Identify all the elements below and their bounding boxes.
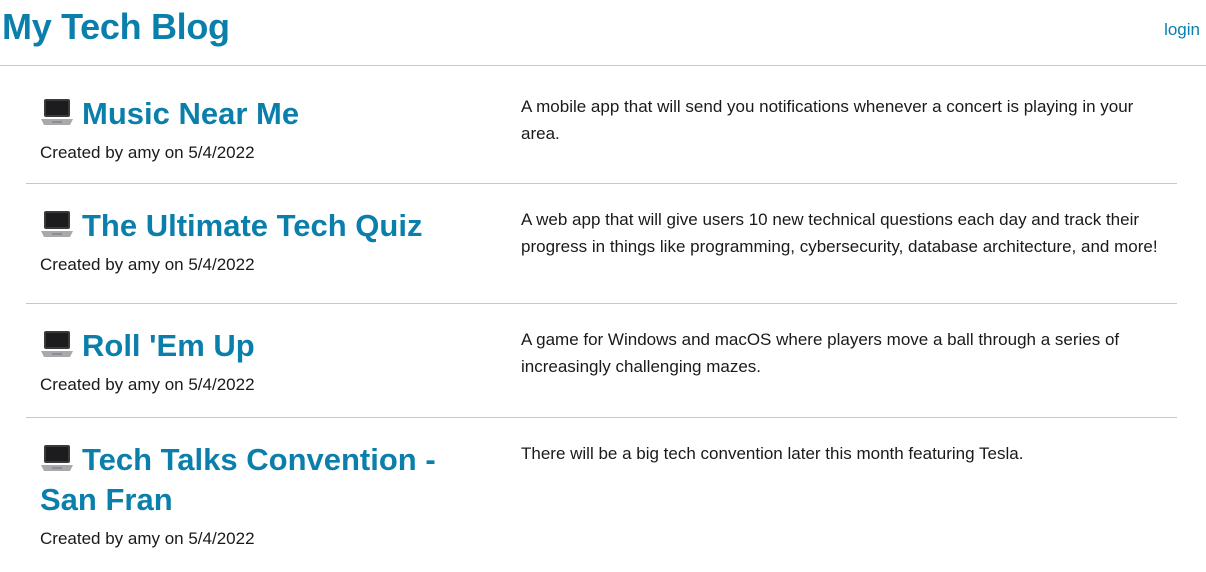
post-meta: Created by amy on 5/4/2022 (40, 529, 255, 548)
post-description: There will be a big tech convention late… (521, 444, 1024, 463)
post-title-text: Tech Talks Convention - San Fran (40, 442, 436, 517)
site-title-link[interactable]: My Tech Blog (2, 6, 230, 48)
post-item: Roll 'Em Up Created by amy on 5/4/2022 A… (26, 304, 1177, 418)
post-title[interactable]: Music Near Me (40, 94, 480, 134)
post-title-text: The Ultimate Tech Quiz (82, 208, 423, 243)
post-item: Tech Talks Convention - San Fran Created… (26, 418, 1177, 571)
laptop-icon (41, 331, 73, 357)
post-title[interactable]: Roll 'Em Up (40, 326, 480, 366)
post-meta: Created by amy on 5/4/2022 (40, 143, 255, 162)
post-title-text: Roll 'Em Up (82, 328, 255, 363)
post-title[interactable]: Tech Talks Convention - San Fran (40, 440, 480, 520)
post-title-text: Music Near Me (82, 96, 300, 131)
login-link[interactable]: login (1164, 20, 1200, 40)
laptop-icon (41, 99, 73, 125)
post-title[interactable]: The Ultimate Tech Quiz (40, 206, 480, 246)
post-meta: Created by amy on 5/4/2022 (40, 255, 255, 274)
post-list: Music Near Me Created by amy on 5/4/2022… (26, 66, 1177, 571)
post-header: Roll 'Em Up Created by amy on 5/4/2022 (40, 326, 480, 395)
post-meta: Created by amy on 5/4/2022 (40, 375, 255, 394)
post-header: Music Near Me Created by amy on 5/4/2022 (40, 94, 480, 163)
post-description: A web app that will give users 10 new te… (521, 210, 1158, 256)
laptop-icon (41, 211, 73, 237)
post-description: A mobile app that will send you notifica… (521, 97, 1134, 143)
post-header: Tech Talks Convention - San Fran Created… (40, 440, 480, 549)
laptop-icon (41, 445, 73, 471)
post-description: A game for Windows and macOS where playe… (521, 330, 1120, 376)
site-header: My Tech Blog login (0, 0, 1206, 66)
post-item: Music Near Me Created by amy on 5/4/2022… (26, 66, 1177, 184)
post-item: The Ultimate Tech Quiz Created by amy on… (26, 184, 1177, 304)
post-header: The Ultimate Tech Quiz Created by amy on… (40, 206, 480, 275)
